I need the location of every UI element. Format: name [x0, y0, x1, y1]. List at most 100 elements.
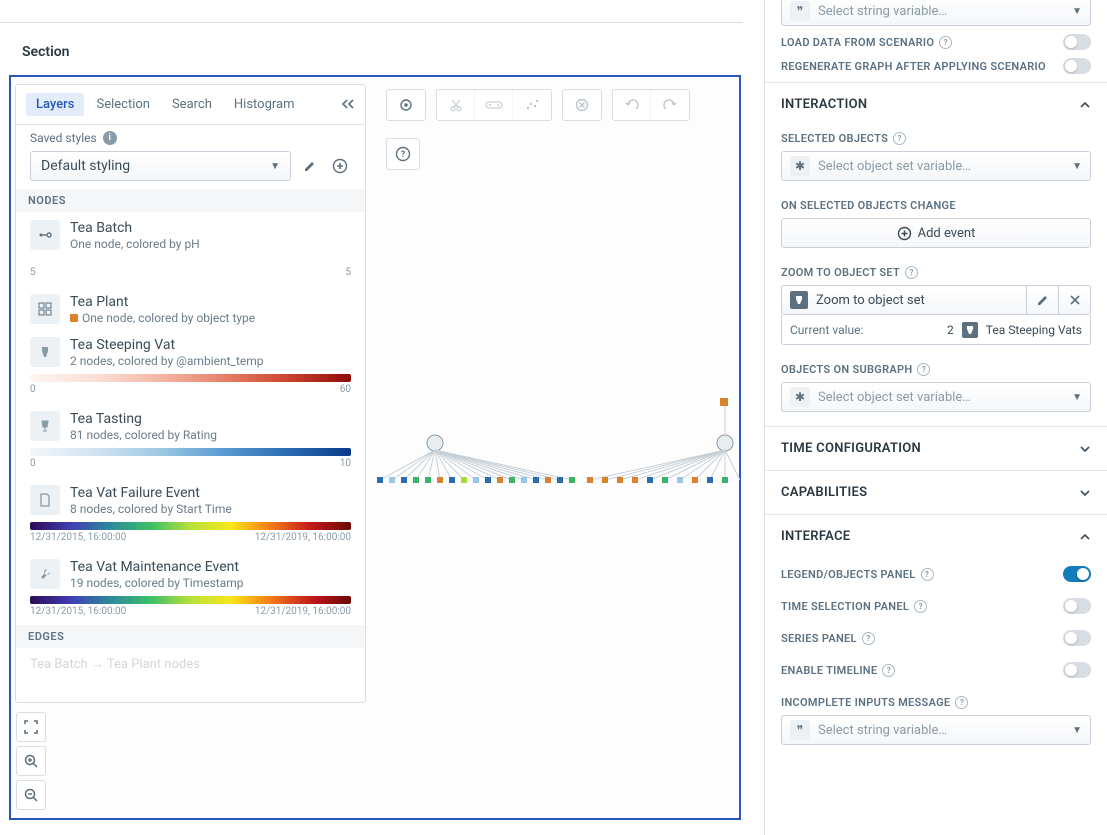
zoom-object-set-row: Zoom to object set — [781, 285, 1091, 315]
nodes-list: Tea Batch One node, colored by pH 55 Tea… — [16, 212, 365, 702]
load-data-toggle[interactable] — [1063, 34, 1091, 50]
chevron-down-icon: ▼ — [1072, 725, 1082, 736]
chevron-down-icon: ▼ — [1072, 161, 1082, 172]
layer-tea-vat-maintenance[interactable]: Tea Vat Maintenance Event 19 nodes, colo… — [16, 551, 365, 625]
help-icon: ? — [939, 36, 952, 49]
layer-title: Tea Tasting — [70, 411, 217, 427]
layer-title: Tea Vat Failure Event — [70, 485, 232, 501]
chevron-up-icon — [1079, 531, 1091, 543]
edit-zoom-button[interactable] — [1027, 285, 1059, 315]
chevron-down-icon: ▼ — [270, 161, 280, 172]
current-value-row: Current value: 2 Tea Steeping Vats — [781, 315, 1091, 345]
undo-button[interactable] — [613, 90, 651, 120]
layer-subtitle: One node, colored by pH — [70, 237, 200, 251]
layer-tea-vat-failure[interactable]: Tea Vat Failure Event 8 nodes, colored b… — [16, 477, 365, 551]
enable-timeline-toggle[interactable] — [1063, 662, 1091, 678]
add-event-button[interactable]: Add event — [781, 218, 1091, 248]
zoom-object-set-value[interactable]: Zoom to object set — [781, 285, 1027, 315]
vat-icon — [962, 322, 978, 338]
glass-icon — [30, 411, 60, 441]
config-panel: ❞ Select string variable… ▼ LOAD DATA FR… — [764, 0, 1107, 835]
regenerate-toggle[interactable] — [1063, 58, 1091, 74]
time-selection-toggle[interactable] — [1063, 598, 1091, 614]
interface-header[interactable]: INTERFACE — [765, 514, 1107, 558]
selected-objects-select[interactable]: ✱ Select object set variable… ▼ — [781, 151, 1091, 181]
edge-row[interactable]: Tea Batch → Tea Plant nodes — [16, 648, 365, 676]
nodes-header: NODES — [16, 189, 365, 212]
layer-subtitle: 81 nodes, colored by Rating — [70, 428, 217, 442]
help-icon: ? — [882, 664, 895, 677]
style-select-value: Default styling — [41, 158, 130, 174]
help-icon: ? — [893, 132, 906, 145]
label: LOAD DATA FROM SCENARIO — [781, 36, 934, 49]
document-icon — [30, 485, 60, 515]
link-button[interactable] — [475, 90, 513, 120]
layer-title: Tea Steeping Vat — [70, 337, 264, 353]
capabilities-header[interactable]: CAPABILITIES — [765, 470, 1107, 514]
clear-zoom-button[interactable] — [1059, 285, 1091, 315]
help-button[interactable]: ? — [386, 138, 420, 170]
quote-icon: ❞ — [790, 720, 810, 740]
colorbar — [30, 257, 351, 265]
style-select[interactable]: Default styling ▼ — [30, 151, 291, 181]
scatter-button[interactable] — [513, 90, 551, 120]
zoom-out-button[interactable] — [16, 780, 46, 810]
edges-header: EDGES — [16, 625, 365, 648]
collapse-panel-icon[interactable] — [341, 97, 355, 111]
vat-icon — [30, 337, 60, 367]
help-icon: ? — [862, 632, 875, 645]
layer-tea-steeping-vat[interactable]: Tea Steeping Vat 2 nodes, colored by @am… — [16, 329, 365, 403]
tab-selection[interactable]: Selection — [86, 93, 159, 116]
zoom-in-button[interactable] — [16, 746, 46, 776]
chevron-down-icon — [1079, 487, 1091, 499]
colorbar — [30, 448, 351, 456]
interaction-header[interactable]: INTERACTION — [765, 82, 1107, 126]
redo-button[interactable] — [651, 90, 689, 120]
tab-search[interactable]: Search — [162, 93, 222, 116]
layer-tea-tasting[interactable]: Tea Tasting 81 nodes, colored by Rating … — [16, 403, 365, 477]
fit-screen-button[interactable] — [16, 712, 46, 742]
main-area: Section — [0, 0, 743, 835]
zoom-controls — [16, 712, 46, 810]
chevron-down-icon: ▼ — [1072, 6, 1082, 17]
chevron-down-icon — [1079, 443, 1091, 455]
layer-subtitle: 19 nodes, colored by Timestamp — [70, 576, 244, 590]
layer-subtitle: 8 nodes, colored by Start Time — [70, 502, 232, 516]
help-icon: ? — [955, 696, 968, 709]
objects-subgraph-select[interactable]: ✱ Select object set variable… ▼ — [781, 382, 1091, 412]
tab-layers[interactable]: Layers — [26, 93, 84, 116]
string-variable-select-top[interactable]: ❞ Select string variable… ▼ — [781, 0, 1091, 26]
locate-button[interactable] — [387, 90, 425, 120]
tabs: Layers Selection Search Histogram — [16, 85, 365, 125]
section-label: Section — [22, 44, 69, 60]
layers-panel: Layers Selection Search Histogram Saved … — [15, 84, 366, 703]
layer-subtitle: 2 nodes, colored by @ambient_temp — [70, 354, 264, 368]
layer-title: Tea Plant — [70, 294, 255, 310]
grid-icon — [30, 294, 60, 324]
gear-icon: ✱ — [790, 156, 810, 176]
layer-title: Tea Batch — [70, 220, 200, 236]
chevron-down-icon: ▼ — [1072, 392, 1082, 403]
cut-button[interactable] — [437, 90, 475, 120]
flow-icon — [30, 220, 60, 250]
tab-histogram[interactable]: Histogram — [224, 93, 305, 116]
info-icon: i — [103, 131, 117, 145]
chevron-up-icon — [1079, 99, 1091, 111]
wrench-icon — [30, 559, 60, 589]
layer-tea-plant[interactable]: Tea Plant One node, colored by object ty… — [16, 286, 365, 329]
saved-styles-label: Saved styles — [30, 131, 97, 145]
colorbar — [30, 596, 351, 604]
time-config-header[interactable]: TIME CONFIGURATION — [765, 426, 1107, 470]
edit-style-button[interactable] — [299, 155, 321, 177]
add-style-button[interactable] — [329, 155, 351, 177]
layer-tea-batch[interactable]: Tea Batch One node, colored by pH 55 — [16, 212, 365, 286]
incomplete-inputs-select[interactable]: ❞ Select string variable… ▼ — [781, 715, 1091, 745]
remove-button[interactable] — [563, 90, 601, 120]
series-panel-toggle[interactable] — [1063, 630, 1091, 646]
help-icon: ? — [921, 568, 934, 581]
layer-title: Tea Vat Maintenance Event — [70, 559, 244, 575]
label: REGENERATE GRAPH AFTER APPLYING SCENARIO — [781, 60, 1046, 73]
legend-panel-toggle[interactable] — [1063, 566, 1091, 582]
graph-toolbar — [386, 89, 690, 121]
colorbar — [30, 522, 351, 530]
